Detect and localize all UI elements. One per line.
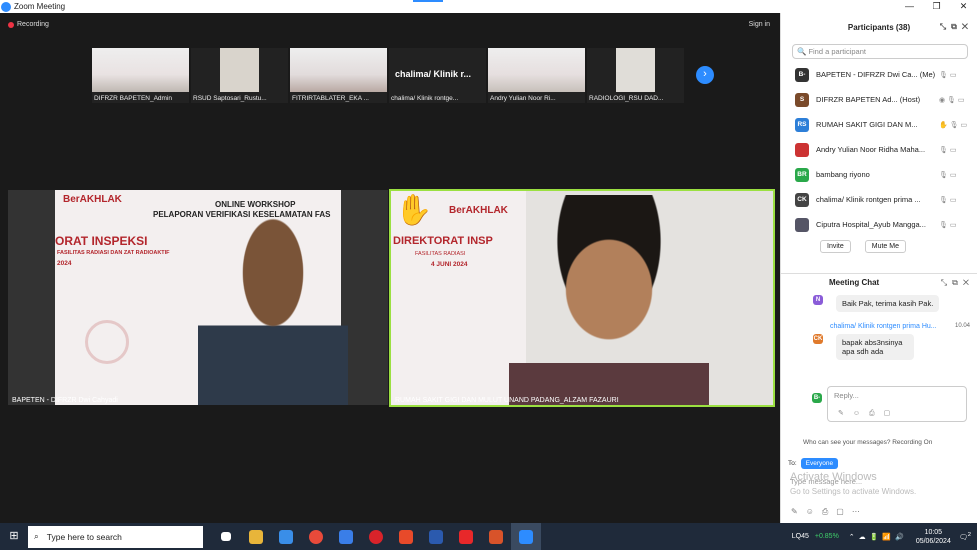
- chat-sender: chalima/ Klinik rontgen prima Hu...: [830, 323, 937, 330]
- mail-icon[interactable]: [331, 523, 361, 550]
- title-accent: [413, 0, 443, 2]
- mute-me-button[interactable]: Mute Me: [864, 240, 906, 253]
- thumbnail[interactable]: Andry Yulian Noor Ri...: [488, 48, 585, 103]
- reply-input[interactable]: Reply... ✎☺⎙▢: [827, 386, 967, 422]
- video-feed: [488, 48, 585, 92]
- pdf-icon[interactable]: [481, 523, 511, 550]
- thumbnail-strip: DIFRZR BAPETEN_Admin RSUD Saptosari_Rust…: [92, 48, 684, 103]
- opera-icon[interactable]: [361, 523, 391, 550]
- avatar: CK: [813, 334, 823, 344]
- participant-list: B- BAPETEN - DIFRZR Dwi Ca... (Me) 🎙 ▭ S DI…: [781, 62, 977, 237]
- taskbar-apps: [211, 523, 541, 550]
- taskbar: ⊞ ⌕ Type here to search LQ45 +0.85% ⌃☁🔋📶🔊…: [0, 523, 977, 550]
- video-tile-2-active-speaker[interactable]: BerAKHLAK DIREKTORAT INSP FASILITAS RADI…: [389, 189, 775, 407]
- chat-message-input[interactable]: Type message here...: [790, 477, 862, 486]
- video-feed: [587, 48, 684, 92]
- avatar: BR: [795, 167, 809, 182]
- avatar: RS: [795, 117, 809, 132]
- chat-message: CK bapak abs3nsinya apa sdh ada: [813, 334, 914, 360]
- maximize-button[interactable]: ❐: [923, 0, 950, 13]
- window-title: Zoom Meeting: [14, 2, 66, 11]
- chat-message: N Baik Pak, terima kasih Pak.: [813, 295, 940, 312]
- chat-recipient: To: Everyone: [788, 458, 839, 469]
- avatar: S: [795, 92, 809, 107]
- windows-start-icon[interactable]: ⊞: [0, 523, 28, 550]
- taskbar-search[interactable]: ⌕ Type here to search: [28, 525, 203, 548]
- system-tray: LQ45 +0.85% ⌃☁🔋📶🔊 10:05 05/06/2024 🗨2: [792, 523, 977, 550]
- participant-video: [198, 216, 348, 405]
- chrome-icon[interactable]: [301, 523, 331, 550]
- mic-video-icons: ✋ 🎙 ▭: [939, 121, 968, 129]
- thumbnail[interactable]: chalima/ Klinik r... chalima/ Klinik ron…: [389, 48, 486, 103]
- participant-row[interactable]: Andry Yulian Noor Ridha Maha... 🎙 ▭: [781, 137, 977, 162]
- avatar: N: [813, 295, 823, 305]
- participant-search-input[interactable]: 🔍 Find a participant: [792, 44, 968, 59]
- avatar: B-: [812, 393, 822, 403]
- activate-windows-hint: Go to Settings to activate Windows.: [790, 487, 917, 496]
- reply-tools-icons[interactable]: ✎☺⎙▢: [838, 409, 899, 418]
- chat-visibility-note[interactable]: Who can see your messages? Recording On: [803, 439, 932, 446]
- task-view-icon[interactable]: [211, 523, 241, 550]
- recipient-dropdown[interactable]: Everyone: [800, 458, 839, 469]
- participant-row[interactable]: B- BAPETEN - DIFRZR Dwi Ca... (Me) 🎙 ▭: [781, 62, 977, 87]
- video-feed: [92, 48, 189, 92]
- next-page-button[interactable]: ›: [696, 66, 714, 84]
- zoom-app-icon[interactable]: [511, 523, 541, 550]
- avatar: B-: [795, 67, 809, 82]
- word-icon[interactable]: [421, 523, 451, 550]
- avatar: CK: [795, 192, 809, 207]
- stock-change: +0.85%: [814, 533, 839, 540]
- invite-button[interactable]: Invite: [820, 240, 851, 253]
- tray-icons[interactable]: ⌃☁🔋📶🔊: [849, 533, 908, 541]
- participant-row[interactable]: RS RUMAH SAKIT GIGI DAN M... ✋ 🎙 ▭: [781, 112, 977, 137]
- youtube-icon[interactable]: [451, 523, 481, 550]
- video-feed: [191, 48, 288, 92]
- close-button[interactable]: ✕: [950, 0, 977, 13]
- avatar: [795, 142, 809, 157]
- participants-header: Participants (38) ⤡⧉✕: [847, 22, 973, 32]
- raised-hand-icon: ✋: [395, 194, 433, 227]
- participant-video: [509, 195, 709, 405]
- video-stage: Recording Sign in DIFRZR BAPETEN_Admin R…: [0, 13, 780, 523]
- thumbnail[interactable]: FITRIRTABLATER_EKA ...: [290, 48, 387, 103]
- sign-in-link[interactable]: Sign in: [749, 21, 770, 28]
- side-panel: Participants (38) ⤡⧉✕ 🔍 Find a participa…: [780, 13, 977, 523]
- file-explorer-icon[interactable]: [241, 523, 271, 550]
- video-tile-1[interactable]: BerAKHLAK ONLINE WORKSHOP PELAPORAN VERI…: [8, 190, 388, 405]
- mic-video-icons: 🎙 ▭: [939, 71, 957, 79]
- title-bar: Zoom Meeting — ❐ ✕: [0, 0, 977, 13]
- recording-indicator[interactable]: Recording: [8, 21, 49, 28]
- radiation-icon: [85, 320, 129, 364]
- mic-video-icons: 🎙 ▭: [939, 196, 957, 204]
- chat-time: 10.04: [955, 323, 971, 329]
- avatar: [795, 217, 809, 232]
- panel-window-icons[interactable]: ⤡⧉✕: [940, 22, 973, 32]
- mic-video-icons: 🎙 ▭: [939, 171, 957, 179]
- stock-widget[interactable]: LQ45: [792, 533, 809, 540]
- minimize-button[interactable]: —: [896, 0, 923, 13]
- participant-row[interactable]: Ciputra Hospital_Ayub Mangga... 🎙 ▭: [781, 212, 977, 237]
- wps-icon[interactable]: [391, 523, 421, 550]
- mic-video-icons: 🎙 ▭: [939, 221, 957, 229]
- notification-icon[interactable]: 🗨2: [959, 532, 971, 541]
- thumbnail[interactable]: DIFRZR BAPETEN_Admin: [92, 48, 189, 103]
- thumbnail[interactable]: RSUD Saptosari_Rustu...: [191, 48, 288, 103]
- record-icon: [8, 21, 14, 28]
- video-feed: [290, 48, 387, 92]
- participant-row[interactable]: CK chalima/ Klinik rontgen prima ... 🎙 ▭: [781, 187, 977, 212]
- zoom-logo-icon: [1, 1, 11, 12]
- chat-toolbar-icons[interactable]: ✎☺⎙▢⋯: [791, 507, 868, 517]
- search-icon: ⌕: [34, 531, 39, 541]
- thumbnail[interactable]: RADIOLOGI_RSU DAD...: [587, 48, 684, 103]
- clock[interactable]: 10:05 05/06/2024: [916, 528, 951, 546]
- store-icon[interactable]: [271, 523, 301, 550]
- chat-window-icons[interactable]: ⤡⧉✕: [941, 274, 974, 292]
- mic-video-icons: 🎙 ▭: [939, 146, 957, 154]
- participant-row[interactable]: BR bambang riyono 🎙 ▭: [781, 162, 977, 187]
- chat-header: Meeting Chat ⤡⧉✕: [781, 273, 977, 291]
- mic-video-icons: ◉ 🎙 ▭: [939, 96, 965, 104]
- participant-row[interactable]: S DIFRZR BAPETEN Ad... (Host) ◉ 🎙 ▭: [781, 87, 977, 112]
